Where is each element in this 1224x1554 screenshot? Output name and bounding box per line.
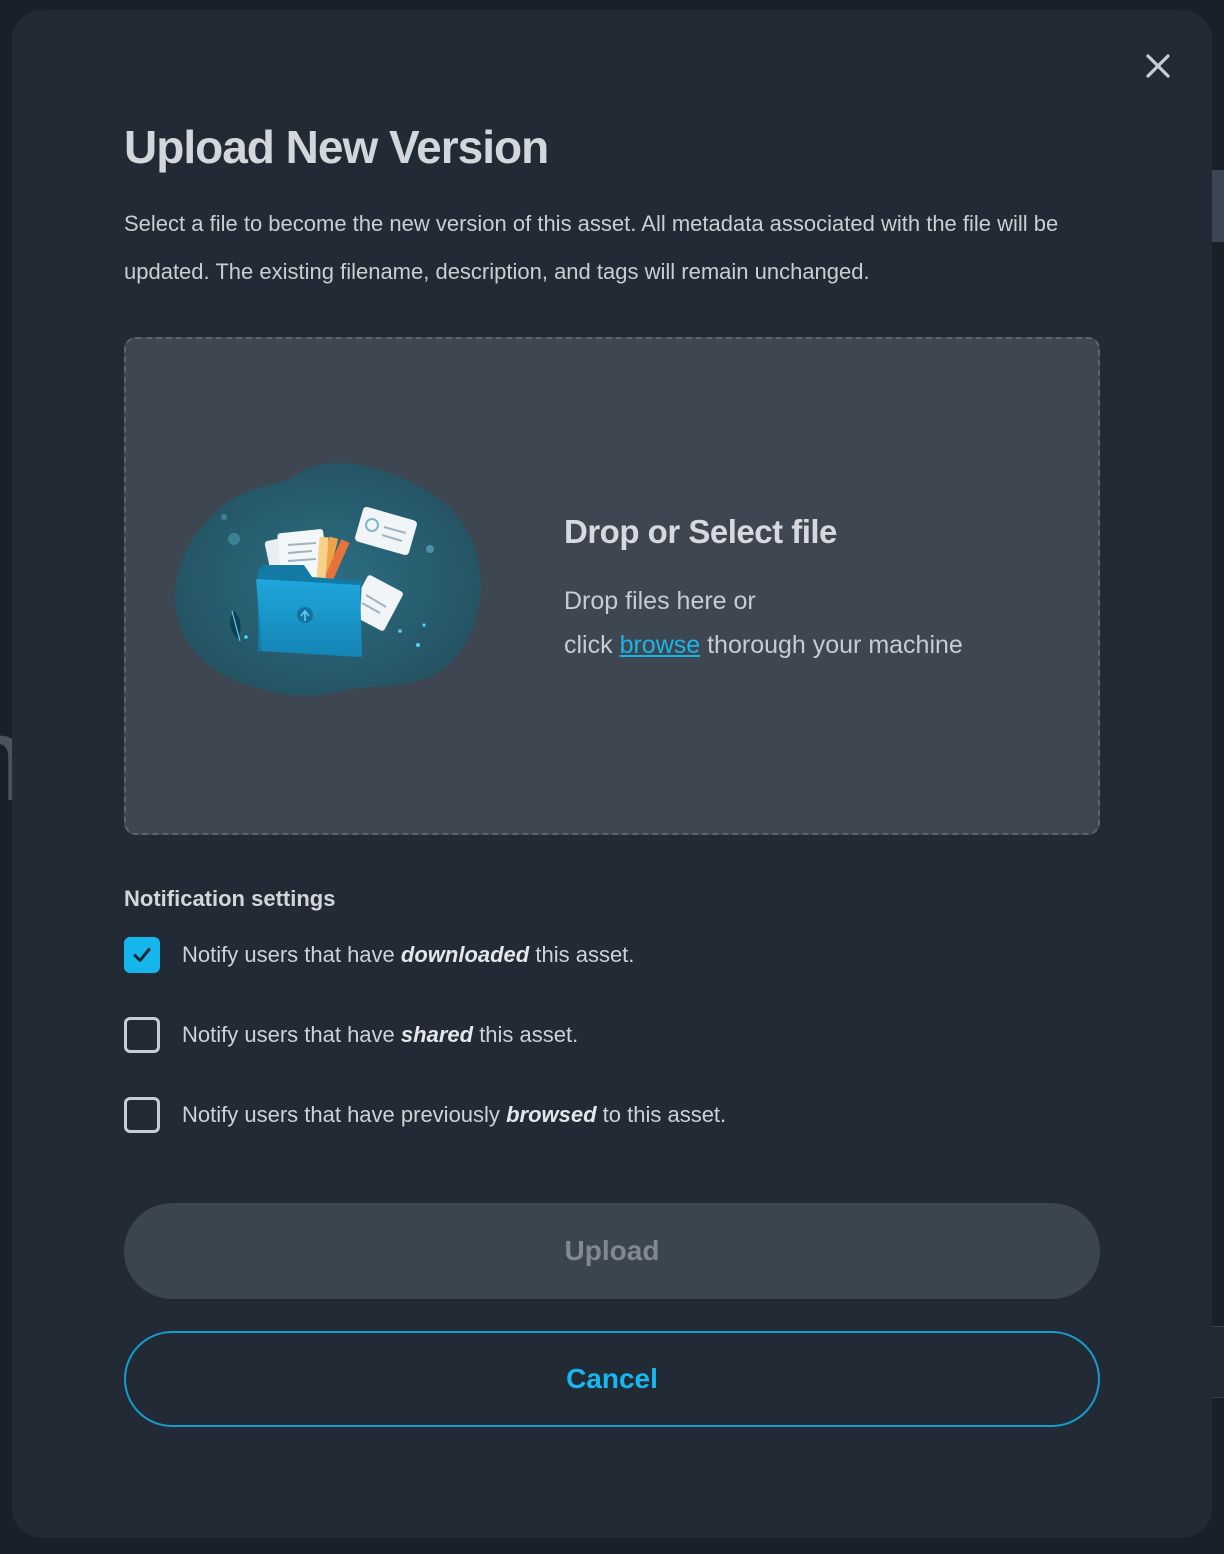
notify-downloaded-label: Notify users that have downloaded this a… <box>182 942 634 968</box>
folder-upload-illustration-icon <box>172 461 492 701</box>
option-text: Notify users that have previously <box>182 1102 500 1127</box>
option-text: this asset. <box>479 1022 579 1047</box>
notification-settings-heading: Notification settings <box>124 886 336 911</box>
notify-shared-option[interactable]: Notify users that have shared this asset… <box>124 1017 578 1053</box>
option-text: to this asset. <box>602 1102 727 1127</box>
dropzone-line2-prefix: click <box>564 631 613 659</box>
file-dropzone[interactable]: Drop or Select file Drop files here or c… <box>124 337 1100 835</box>
upload-version-dialog: Upload New Version Select a file to beco… <box>12 10 1212 1538</box>
dropzone-instructions: Drop files here or click browse thorough… <box>564 579 963 667</box>
upload-button[interactable]: Upload <box>124 1203 1100 1299</box>
notify-shared-checkbox[interactable] <box>124 1017 160 1053</box>
cancel-button[interactable]: Cancel <box>124 1331 1100 1427</box>
notify-shared-label: Notify users that have shared this asset… <box>182 1022 578 1048</box>
option-emphasis: downloaded <box>400 942 530 967</box>
browse-link[interactable]: browse <box>620 631 701 659</box>
option-text: Notify users that have <box>182 942 395 967</box>
checkmark-icon <box>133 948 151 962</box>
notify-browsed-checkbox[interactable] <box>124 1097 160 1133</box>
notify-browsed-option[interactable]: Notify users that have previously browse… <box>124 1097 726 1133</box>
dropzone-title: Drop or Select file <box>564 513 837 550</box>
notify-browsed-label: Notify users that have previously browse… <box>182 1102 726 1128</box>
dialog-description: Select a file to become the new version … <box>124 211 1059 284</box>
dropzone-line2-suffix: thorough your machine <box>707 631 963 659</box>
notify-downloaded-checkbox[interactable] <box>124 937 160 973</box>
background-panel <box>1212 1326 1224 1398</box>
option-emphasis: browsed <box>506 1102 597 1127</box>
option-text: this asset. <box>535 942 635 967</box>
option-text: Notify users that have <box>182 1022 395 1047</box>
close-icon[interactable] <box>1140 48 1176 84</box>
option-emphasis: shared <box>400 1022 474 1047</box>
dialog-title: Upload New Version <box>124 121 549 173</box>
dropzone-line1: Drop files here or <box>564 587 756 615</box>
background-panel <box>1212 170 1224 242</box>
notify-downloaded-option[interactable]: Notify users that have downloaded this a… <box>124 937 634 973</box>
